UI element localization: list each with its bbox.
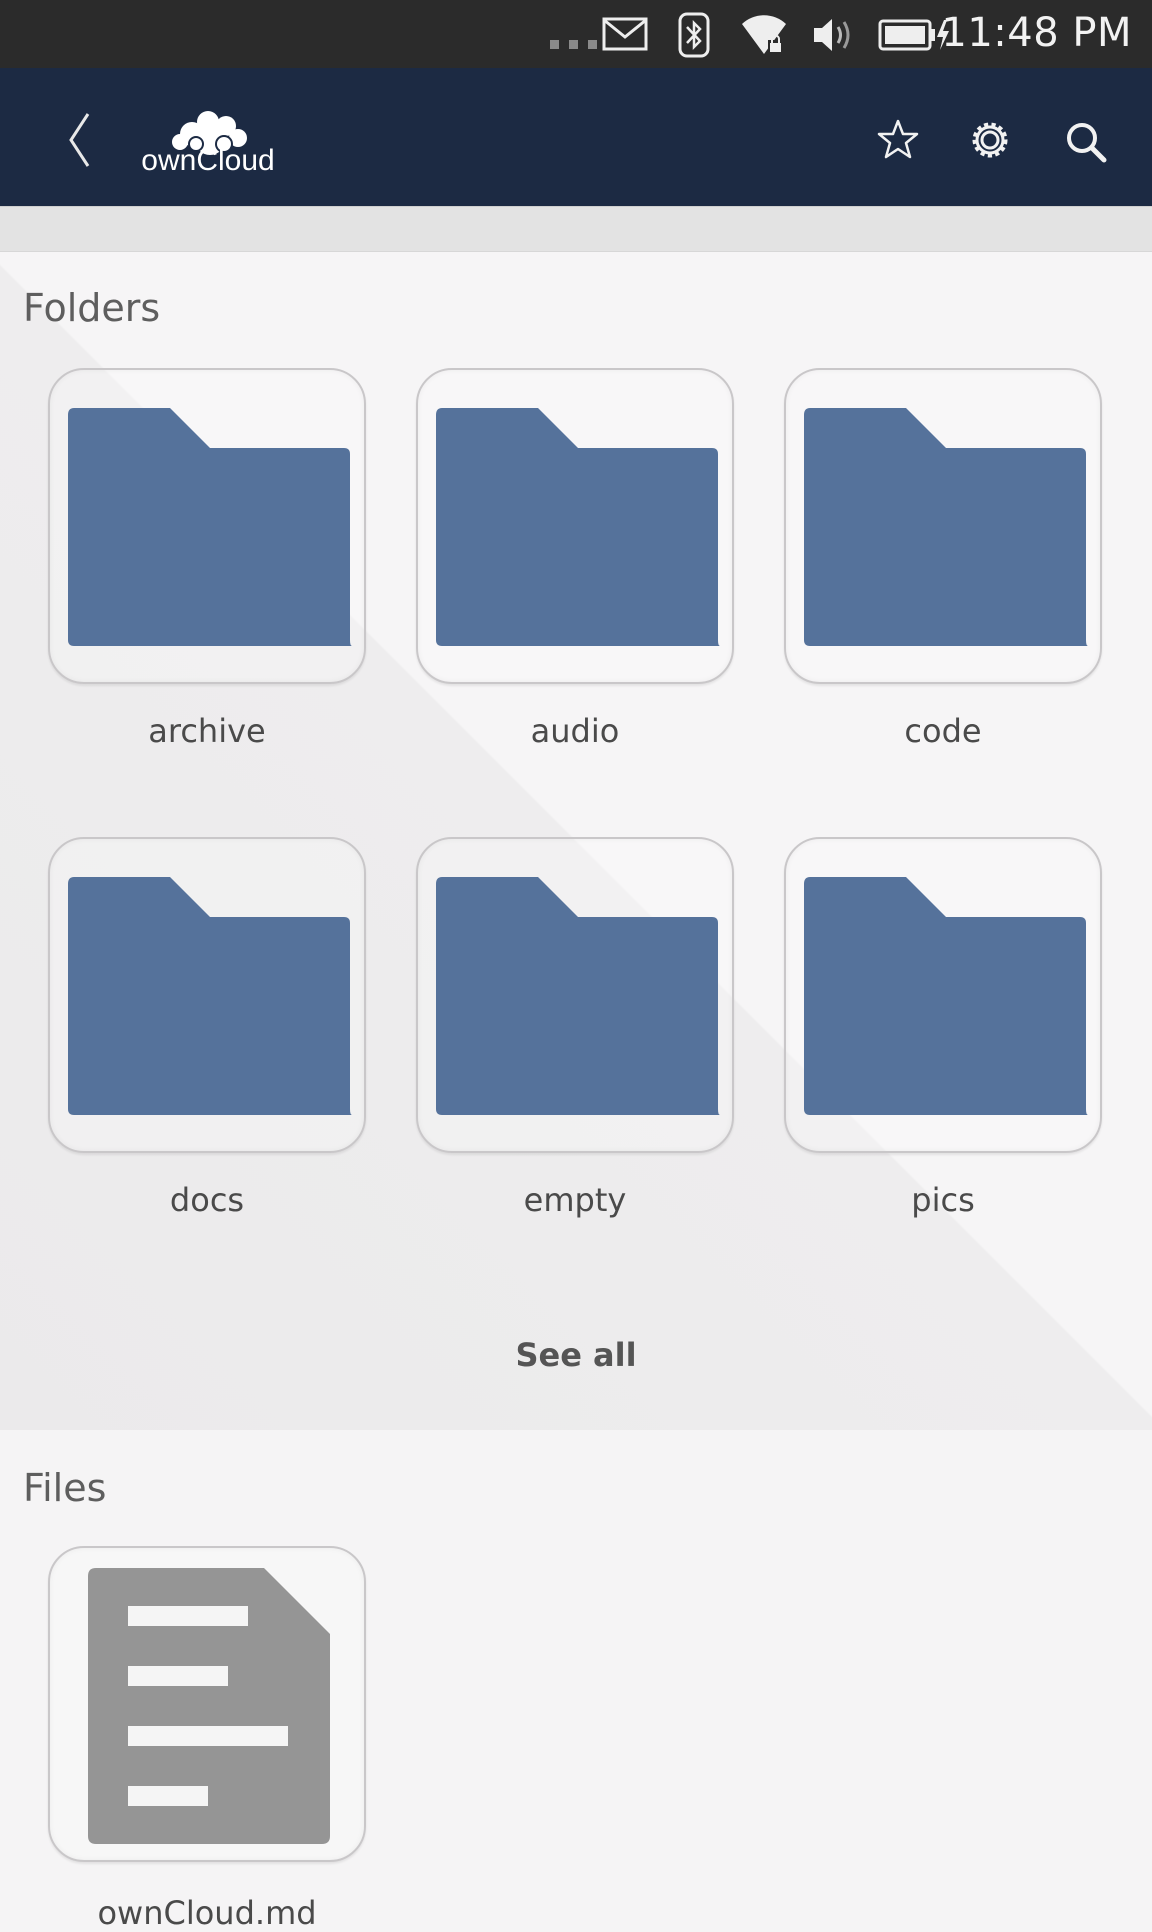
- chevron-left-icon[interactable]: [66, 112, 92, 168]
- folder-label: archive: [148, 712, 266, 750]
- files-section: Files ownCloud.md: [0, 1430, 1152, 1932]
- file-tile-owncloud-md[interactable]: [48, 1546, 366, 1862]
- mail-icon: [602, 17, 648, 51]
- folder-tile-code[interactable]: [784, 368, 1102, 684]
- files-title: Files: [23, 1466, 107, 1510]
- folder-tile-docs[interactable]: [48, 837, 366, 1153]
- see-all-button[interactable]: See all: [0, 1336, 1152, 1374]
- document-icon: [88, 1568, 330, 1844]
- folder-icon: [68, 408, 352, 646]
- logo-text: ownCloud: [141, 144, 274, 174]
- search-icon[interactable]: [1064, 120, 1108, 164]
- folder-tile-pics[interactable]: [784, 837, 1102, 1153]
- cloud-logo-icon: ownCloud: [141, 111, 275, 174]
- folder-icon: [804, 877, 1088, 1115]
- wifi-icon: [742, 15, 786, 54]
- folder-tile-empty[interactable]: [416, 837, 734, 1153]
- bluetooth-icon: [678, 12, 710, 58]
- folder-icon: [804, 408, 1088, 646]
- folder-icon: [436, 408, 720, 646]
- folder-label: docs: [169, 1181, 245, 1219]
- file-label: ownCloud.md: [97, 1894, 317, 1932]
- folders-section: Folders archive audio code docs empty pi…: [0, 252, 1152, 1430]
- folder-tile-audio[interactable]: [416, 368, 734, 684]
- gear-icon[interactable]: [968, 118, 1012, 162]
- star-icon[interactable]: [876, 118, 920, 162]
- sub-header-bar: [0, 206, 1152, 252]
- folder-label: pics: [911, 1181, 975, 1219]
- status-time: 11:48 PM: [941, 10, 1132, 56]
- status-bar: 11:48 PM: [0, 0, 1152, 68]
- folder-icon: [436, 877, 720, 1115]
- folder-label: empty: [523, 1181, 627, 1219]
- folder-tile-archive[interactable]: [48, 368, 366, 684]
- folder-label: audio: [530, 712, 620, 750]
- folder-icon: [68, 877, 352, 1115]
- owncloud-logo: ownCloud: [134, 104, 284, 174]
- folders-title: Folders: [23, 286, 161, 330]
- folder-label: code: [904, 712, 982, 750]
- header-bar: ownCloud: [0, 68, 1152, 206]
- dots-icon: [550, 40, 597, 49]
- volume-icon: [814, 19, 850, 51]
